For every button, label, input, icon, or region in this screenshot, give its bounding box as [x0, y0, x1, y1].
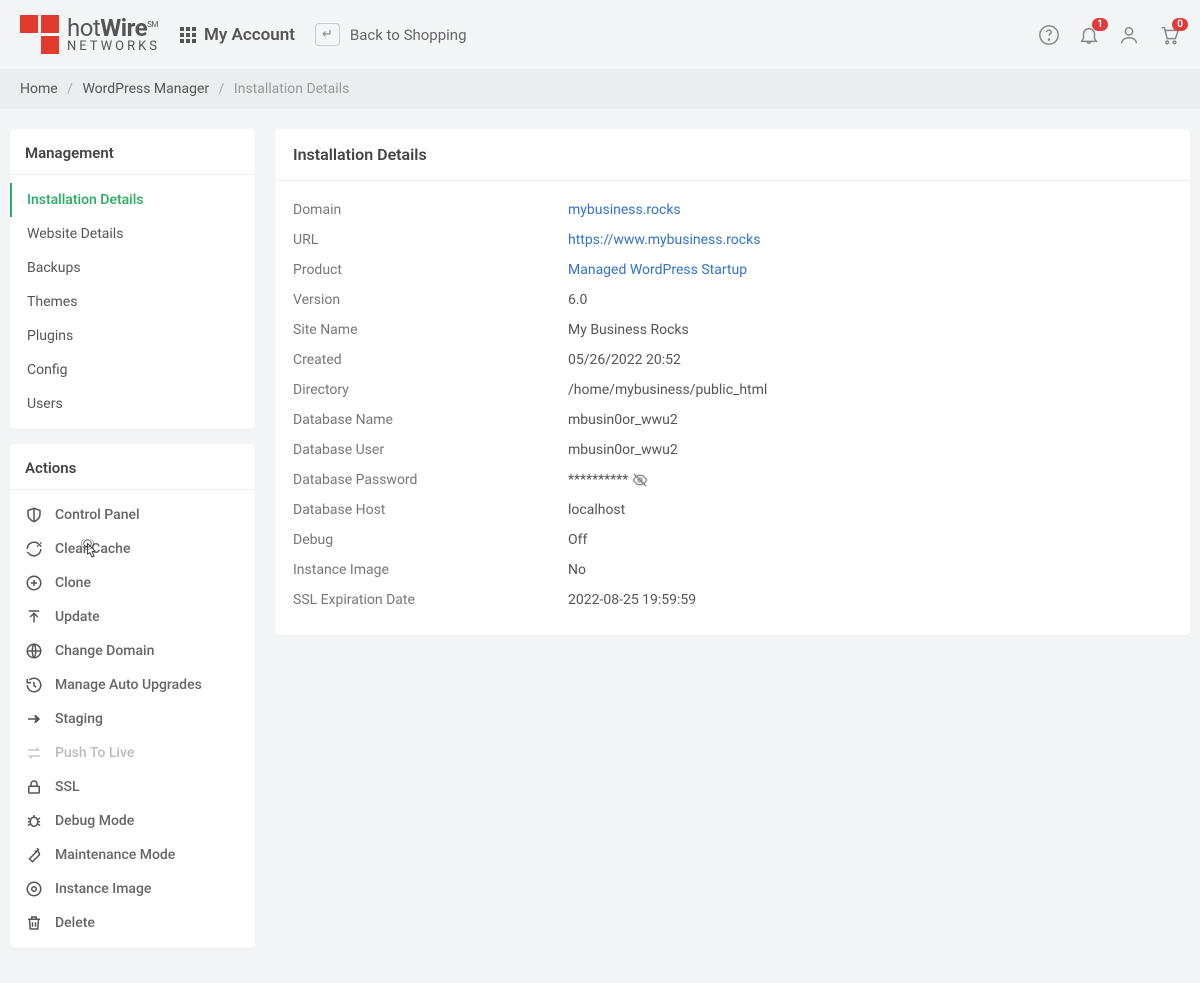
- logo[interactable]: hotWireSM NETWORKS: [20, 15, 160, 54]
- wrench-icon: [25, 846, 43, 864]
- account-button[interactable]: [1118, 24, 1140, 46]
- reveal-password-button[interactable]: [632, 472, 648, 488]
- label-site-name: Site Name: [293, 322, 568, 338]
- help-icon: [1038, 24, 1060, 46]
- breadcrumb-current: Installation Details: [234, 81, 349, 97]
- globe-icon: [25, 642, 43, 660]
- return-key-icon: ↵: [315, 23, 340, 46]
- management-card: Management Installation Details Website …: [10, 129, 255, 429]
- shield-icon: [25, 506, 43, 524]
- label-db-name: Database Name: [293, 412, 568, 428]
- panel-title: Installation Details: [275, 129, 1190, 181]
- arrow-right-icon: [25, 710, 43, 728]
- action-change-domain[interactable]: Change Domain: [10, 634, 255, 668]
- action-staging[interactable]: Staging: [10, 702, 255, 736]
- lock-icon: [25, 778, 43, 796]
- sidebar-item-users[interactable]: Users: [10, 387, 255, 421]
- action-update[interactable]: Update: [10, 600, 255, 634]
- label-instance-image: Instance Image: [293, 562, 568, 578]
- help-button[interactable]: [1038, 24, 1060, 46]
- management-title: Management: [10, 129, 255, 175]
- cart-button[interactable]: 0: [1158, 24, 1180, 46]
- label-ssl-exp: SSL Expiration Date: [293, 592, 568, 608]
- top-header: hotWireSM NETWORKS My Account ↵ Back to …: [0, 0, 1200, 69]
- trash-icon: [25, 914, 43, 932]
- label-db-pass: Database Password: [293, 472, 568, 488]
- action-clear-cache[interactable]: Clear Cache: [10, 532, 255, 566]
- value-instance-image: No: [568, 562, 586, 578]
- disc-icon: [25, 880, 43, 898]
- label-product: Product: [293, 262, 568, 278]
- label-db-host: Database Host: [293, 502, 568, 518]
- sidebar-item-website-details[interactable]: Website Details: [10, 217, 255, 251]
- upload-icon: [25, 608, 43, 626]
- details-body: Domainmybusiness.rocks URLhttps://www.my…: [275, 181, 1190, 635]
- actions-list: Control Panel Clear Cache Clone Update C…: [10, 490, 255, 948]
- notifications-button[interactable]: 1: [1078, 24, 1100, 46]
- value-db-host: localhost: [568, 502, 625, 518]
- label-url: URL: [293, 232, 568, 248]
- sidebar-item-config[interactable]: Config: [10, 353, 255, 387]
- sidebar-item-installation-details[interactable]: Installation Details: [10, 183, 255, 217]
- logo-text: hotWireSM NETWORKS: [67, 16, 160, 53]
- action-ssl[interactable]: SSL: [10, 770, 255, 804]
- action-clone[interactable]: Clone: [10, 566, 255, 600]
- breadcrumb: Home / WordPress Manager / Installation …: [0, 69, 1200, 109]
- actions-card: Actions Control Panel Clear Cache Clone …: [10, 444, 255, 948]
- management-list: Installation Details Website Details Bac…: [10, 175, 255, 429]
- breadcrumb-wp-manager[interactable]: WordPress Manager: [82, 81, 209, 97]
- header-right: 1 0: [1038, 24, 1180, 46]
- sidebar-item-plugins[interactable]: Plugins: [10, 319, 255, 353]
- bug-icon: [25, 812, 43, 830]
- main: Installation Details Domainmybusiness.ro…: [275, 129, 1190, 963]
- label-db-user: Database User: [293, 442, 568, 458]
- action-instance-image[interactable]: Instance Image: [10, 872, 255, 906]
- logo-icon: [20, 15, 59, 54]
- value-version: 6.0: [568, 292, 587, 308]
- value-domain[interactable]: mybusiness.rocks: [568, 202, 681, 218]
- action-manage-auto-upgrades[interactable]: Manage Auto Upgrades: [10, 668, 255, 702]
- user-icon: [1118, 24, 1140, 46]
- sidebar-item-themes[interactable]: Themes: [10, 285, 255, 319]
- swap-icon: [25, 744, 43, 762]
- value-db-pass: **********: [568, 472, 648, 488]
- my-account-label: My Account: [204, 25, 295, 45]
- value-url[interactable]: https://www.mybusiness.rocks: [568, 232, 760, 248]
- label-debug: Debug: [293, 532, 568, 548]
- label-version: Version: [293, 292, 568, 308]
- plus-circle-icon: [25, 574, 43, 592]
- sidebar-item-backups[interactable]: Backups: [10, 251, 255, 285]
- details-panel: Installation Details Domainmybusiness.ro…: [275, 129, 1190, 635]
- action-maintenance-mode[interactable]: Maintenance Mode: [10, 838, 255, 872]
- action-control-panel[interactable]: Control Panel: [10, 498, 255, 532]
- grid-icon: [180, 27, 196, 43]
- label-directory: Directory: [293, 382, 568, 398]
- cart-badge: 0: [1172, 18, 1188, 31]
- value-ssl-exp: 2022-08-25 19:59:59: [568, 592, 696, 608]
- back-to-shopping[interactable]: ↵ Back to Shopping: [315, 23, 467, 46]
- action-push-to-live: Push To Live: [10, 736, 255, 770]
- refresh-icon: [25, 540, 43, 558]
- back-label: Back to Shopping: [350, 26, 467, 44]
- action-debug-mode[interactable]: Debug Mode: [10, 804, 255, 838]
- value-created: 05/26/2022 20:52: [568, 352, 681, 368]
- value-db-name: mbusin0or_wwu2: [568, 412, 678, 428]
- label-created: Created: [293, 352, 568, 368]
- value-product[interactable]: Managed WordPress Startup: [568, 262, 747, 278]
- action-delete[interactable]: Delete: [10, 906, 255, 940]
- sidebar: Management Installation Details Website …: [10, 129, 255, 963]
- value-db-user: mbusin0or_wwu2: [568, 442, 678, 458]
- value-site-name: My Business Rocks: [568, 322, 689, 338]
- breadcrumb-home[interactable]: Home: [20, 81, 58, 97]
- label-domain: Domain: [293, 202, 568, 218]
- my-account-nav[interactable]: My Account: [180, 25, 295, 45]
- notification-badge: 1: [1092, 18, 1108, 31]
- value-debug: Off: [568, 532, 587, 548]
- value-directory: /home/mybusiness/public_html: [568, 382, 767, 398]
- content: Management Installation Details Website …: [0, 109, 1200, 983]
- eye-off-icon: [632, 472, 648, 488]
- history-icon: [25, 676, 43, 694]
- header-left: hotWireSM NETWORKS My Account ↵ Back to …: [20, 15, 467, 54]
- actions-title: Actions: [10, 444, 255, 490]
